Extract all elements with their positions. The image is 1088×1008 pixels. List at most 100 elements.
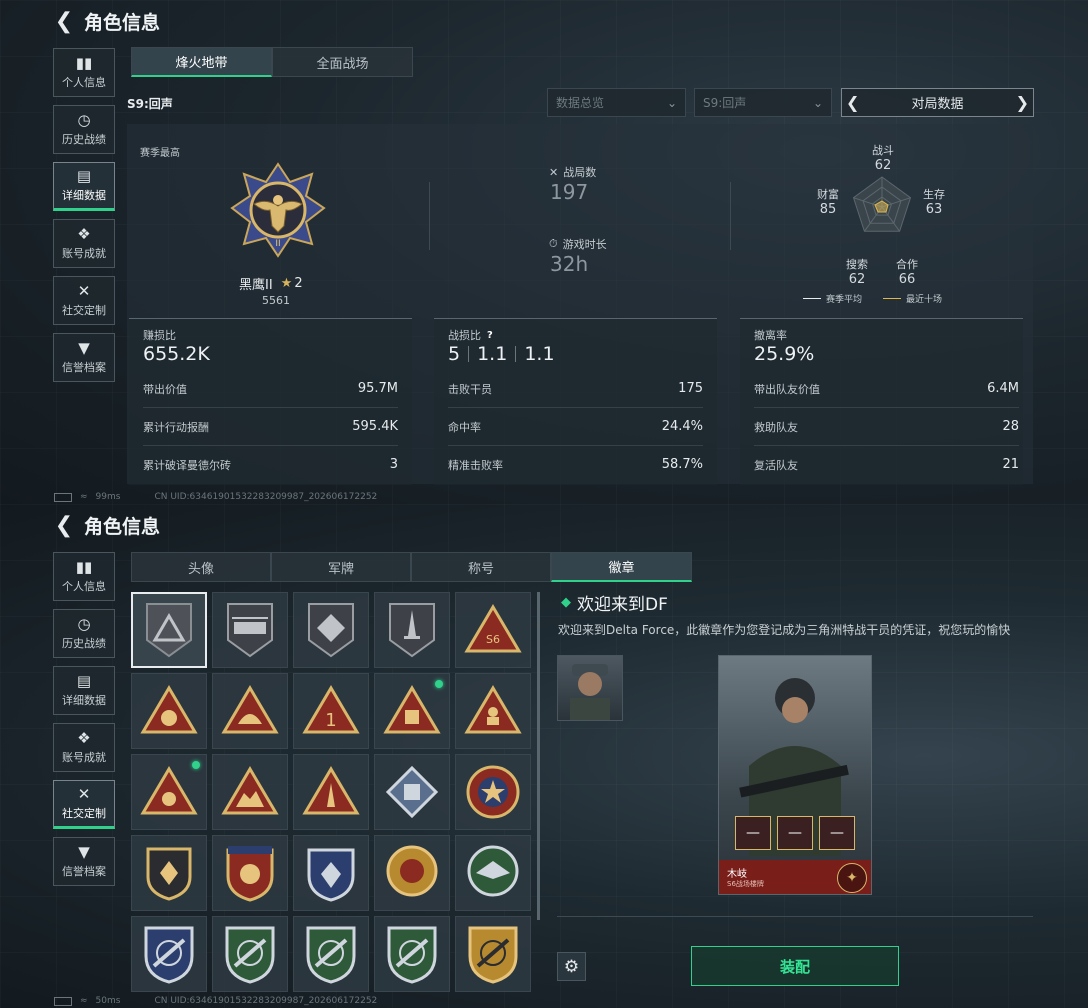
helicopter-badge-icon bbox=[227, 603, 273, 658]
sidebar-item-achievements[interactable]: ❖ 账号成就 bbox=[53, 723, 115, 772]
tab-avatar[interactable]: 头像 bbox=[131, 552, 271, 582]
grid-scrollbar[interactable] bbox=[537, 592, 540, 920]
sidebar-item-reputation[interactable]: ▼ 信誉档案 bbox=[53, 333, 115, 382]
stat-row: 复活队友 21 bbox=[754, 446, 1019, 483]
tab-dogtag[interactable]: 军牌 bbox=[271, 552, 411, 582]
chevron-left-icon[interactable]: ❮ bbox=[846, 93, 859, 112]
badge-cell[interactable] bbox=[455, 916, 531, 992]
badge-cell[interactable] bbox=[131, 916, 207, 992]
radar-axis-value: 63 bbox=[925, 202, 943, 217]
radar-axis-teamwork: 合作 66 bbox=[896, 256, 918, 287]
tab-title[interactable]: 称号 bbox=[411, 552, 551, 582]
radar-chart bbox=[852, 176, 912, 232]
badge-cell[interactable]: 1 bbox=[293, 673, 369, 749]
badge-cell[interactable]: S6 bbox=[455, 592, 531, 668]
stat-value: 3 bbox=[389, 457, 398, 472]
matches-label: 战局数 bbox=[563, 166, 597, 179]
stat-key: 复活队友 bbox=[754, 458, 798, 472]
radar-axis-search: 搜索 62 bbox=[846, 256, 868, 287]
badge-cell[interactable] bbox=[212, 835, 288, 911]
rank-row: 黑鹰II ★ 2 bbox=[239, 274, 303, 293]
sidebar-item-history[interactable]: ◷ 历史战绩 bbox=[53, 609, 115, 658]
badge-slot[interactable]: — bbox=[777, 816, 813, 850]
radar-axis-combat: 战斗 62 bbox=[872, 142, 894, 173]
badge-cell[interactable] bbox=[212, 673, 288, 749]
badge-cell[interactable] bbox=[131, 835, 207, 911]
badge-cell[interactable] bbox=[293, 754, 369, 830]
overview-dropdown[interactable]: 数据总览 ⌄ bbox=[547, 88, 686, 117]
badge-cell[interactable] bbox=[374, 754, 450, 830]
stat-key: 救助队友 bbox=[754, 420, 798, 434]
playtime-label: 游戏时长 bbox=[562, 238, 607, 251]
folder-icon: ▤ bbox=[76, 671, 92, 690]
chevron-right-icon[interactable]: ❯ bbox=[1016, 93, 1029, 112]
badge-slot[interactable]: — bbox=[735, 816, 771, 850]
stat-value: 95.7M bbox=[357, 381, 398, 396]
badge-cell[interactable] bbox=[131, 754, 207, 830]
svg-text:II: II bbox=[275, 239, 280, 249]
sidebar-item-profile[interactable]: ▮▮ 个人信息 bbox=[53, 552, 115, 601]
divider bbox=[730, 182, 731, 250]
tab-badge[interactable]: 徽章 bbox=[551, 552, 692, 582]
radar-axis-label: 生存 bbox=[923, 188, 945, 201]
sidebar-item-label: 个人信息 bbox=[62, 579, 106, 593]
badge-cell[interactable] bbox=[374, 592, 450, 668]
equip-button[interactable]: 装配 bbox=[691, 946, 899, 986]
card-rows: 带出价值 95.7M 累计行动报酬 595.4K 累计破译曼德尔砖 3 bbox=[129, 370, 412, 483]
badge-cell[interactable] bbox=[293, 592, 369, 668]
new-indicator-dot bbox=[435, 680, 443, 688]
badge-cell[interactable] bbox=[455, 754, 531, 830]
badge-cell[interactable] bbox=[374, 673, 450, 749]
sidebar-item-details[interactable]: ▤ 详细数据 bbox=[53, 666, 115, 715]
tab-full-battlefield[interactable]: 全面战场 bbox=[272, 47, 413, 77]
badge-cell[interactable] bbox=[212, 754, 288, 830]
data-pager: ❮ 对局数据 ❯ bbox=[841, 88, 1034, 117]
sidebar-item-social[interactable]: ✕ 社交定制 bbox=[53, 780, 115, 829]
radar-axis-label: 战斗 bbox=[872, 144, 894, 157]
page-title-bar: ❮ 角色信息 bbox=[54, 512, 160, 539]
status-bar: ≈ 99ms CN UID:6346190153228320998­7_2026… bbox=[54, 492, 377, 502]
back-arrow-icon[interactable]: ❮ bbox=[54, 513, 74, 538]
card-subtitle: S6战场楼牌 bbox=[727, 880, 764, 888]
mode-tabs: 烽火地带 全面战场 bbox=[131, 47, 413, 77]
crate-triangle-badge-icon bbox=[383, 685, 441, 734]
rocket-triangle-badge-icon bbox=[302, 766, 360, 815]
sidebar-item-social[interactable]: ✕ 社交定制 bbox=[53, 276, 115, 325]
stat-key: 累计破译曼德尔砖 bbox=[143, 458, 231, 472]
badge-cell[interactable] bbox=[293, 835, 369, 911]
sidebar: ▮▮ 个人信息 ◷ 历史战绩 ▤ 详细数据 ❖ 账号成就 ✕ 社交定制 ▼ 信誉档案 bbox=[53, 48, 117, 390]
badge-cell[interactable] bbox=[374, 916, 450, 992]
stat-value: 175 bbox=[678, 381, 703, 396]
tab-warzone[interactable]: 烽火地带 bbox=[131, 47, 272, 77]
sidebar-item-reputation[interactable]: ▼ 信誉档案 bbox=[53, 837, 115, 886]
badge-cell[interactable] bbox=[212, 916, 288, 992]
back-arrow-icon[interactable]: ❮ bbox=[54, 9, 74, 34]
sidebar-item-details[interactable]: ▤ 详细数据 bbox=[53, 162, 115, 211]
stat-row: 精准击败率 58.7% bbox=[448, 446, 703, 483]
badge-cell[interactable] bbox=[455, 835, 531, 911]
operator-portrait[interactable] bbox=[557, 655, 623, 721]
badge-customization-screen: ❮ 角色信息 ▮▮ 个人信息 ◷ 历史战绩 ▤ 详细数据 ❖ 账号成就 ✕ 社交定制 ▼ 信… bbox=[0, 504, 1088, 1008]
bar-chart-icon: ▮▮ bbox=[75, 557, 93, 576]
legend-label-recent: 最近十场 bbox=[906, 295, 943, 305]
beast-triangle-badge-icon bbox=[221, 766, 279, 815]
badge-cell[interactable] bbox=[455, 673, 531, 749]
kd-ratio-card: 战损比 ? 5 1.1 1.1 击败干员 175 命中率 24.4% 精准击败率 58… bbox=[434, 318, 717, 485]
svg-text:S6: S6 bbox=[486, 633, 500, 646]
sidebar-item-history[interactable]: ◷ 历史战绩 bbox=[53, 105, 115, 154]
settings-gear-icon[interactable]: ⚙ bbox=[557, 952, 586, 981]
badge-slot[interactable]: — bbox=[819, 816, 855, 850]
badge-cell[interactable] bbox=[212, 592, 288, 668]
season-dropdown[interactable]: S9:回声 ⌄ bbox=[694, 88, 832, 117]
stats-panel: 赛季最高 II 黑鹰II ★ 2 5561 ✕ 战局数 197 ⏱ 游戏时长 3… bbox=[127, 124, 1033, 485]
dropdown-value: S9:回声 bbox=[703, 96, 747, 110]
badge-cell[interactable] bbox=[131, 673, 207, 749]
badge-cell[interactable] bbox=[131, 592, 207, 668]
sidebar-item-achievements[interactable]: ❖ 账号成就 bbox=[53, 219, 115, 268]
pager-label: 对局数据 bbox=[911, 97, 964, 112]
sidebar-item-profile[interactable]: ▮▮ 个人信息 bbox=[53, 48, 115, 97]
help-icon[interactable]: ? bbox=[487, 330, 493, 341]
badge-cell[interactable] bbox=[374, 835, 450, 911]
status-bar: ≈ 50ms CN UID:6346190153228320998­7_2026… bbox=[54, 996, 377, 1006]
badge-cell[interactable] bbox=[293, 916, 369, 992]
